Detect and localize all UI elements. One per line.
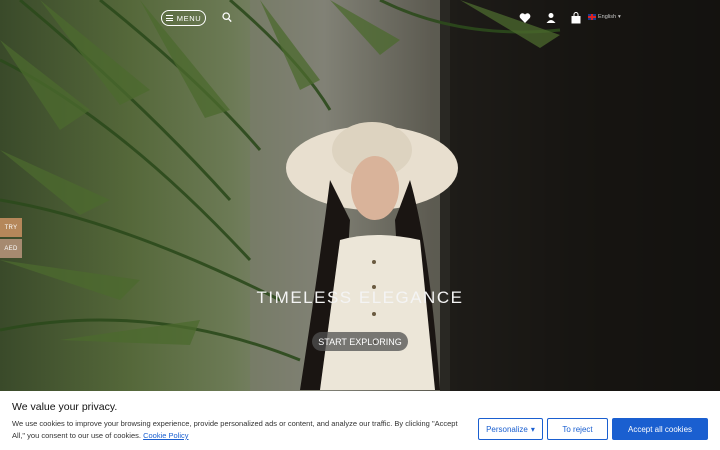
accept-all-button[interactable]: Accept all cookies <box>612 418 708 440</box>
hero-image <box>0 0 720 450</box>
menu-icon <box>165 15 173 21</box>
caret-down-icon: ▾ <box>530 424 535 434</box>
language-label: English <box>598 14 617 20</box>
menu-button[interactable]: MENU <box>161 10 206 26</box>
heart-icon[interactable] <box>519 12 531 24</box>
language-selector[interactable]: English ▾ <box>588 14 621 20</box>
personalize-button[interactable]: Personalize ▾ <box>478 418 543 440</box>
start-exploring-button[interactable]: START EXPLORING <box>312 332 408 351</box>
search-icon[interactable] <box>222 12 232 23</box>
currency-tab-aed[interactable]: AED <box>0 239 22 258</box>
cookie-policy-link[interactable]: Cookie Policy <box>143 431 188 440</box>
user-icon[interactable] <box>545 12 557 24</box>
cookie-text: We use cookies to improve your browsing … <box>12 418 462 442</box>
personalize-label: Personalize <box>486 424 528 434</box>
reject-button[interactable]: To reject <box>547 418 608 440</box>
currency-tab-try[interactable]: TRY <box>0 218 22 237</box>
cookie-description: We use cookies to improve your browsing … <box>12 419 458 440</box>
hero-banner <box>0 0 720 450</box>
bag-icon[interactable] <box>570 12 582 24</box>
menu-label: MENU <box>176 13 202 23</box>
uk-flag-icon <box>588 14 596 20</box>
cookie-title: We value your privacy. <box>12 401 118 413</box>
chevron-down-icon: ▾ <box>618 14 621 20</box>
hero-title: TIMELESS ELEGANCE <box>256 288 464 307</box>
cookie-banner: We value your privacy. We use cookies to… <box>0 391 720 450</box>
